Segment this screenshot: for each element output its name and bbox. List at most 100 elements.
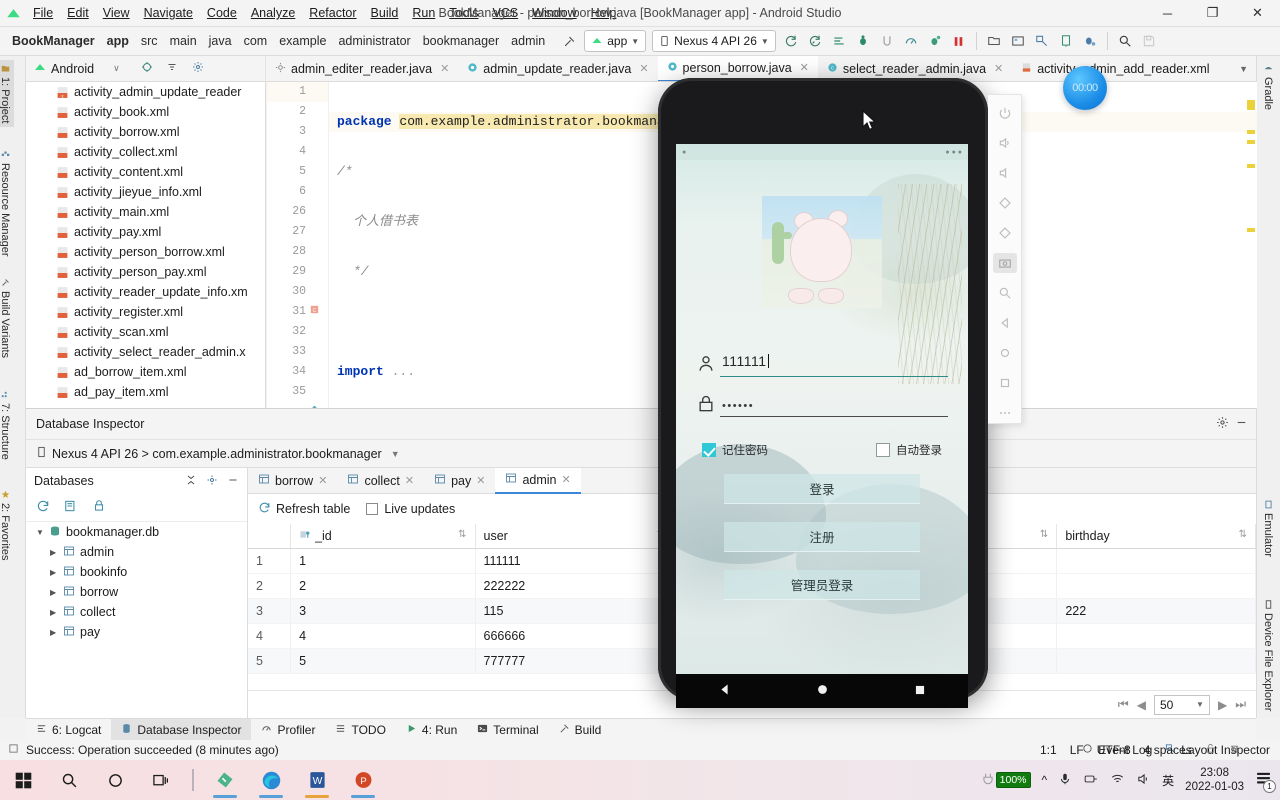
bottom-tab-terminal[interactable]: Terminal bbox=[467, 719, 548, 741]
tree-item[interactable]: activity_register.xml bbox=[26, 302, 265, 322]
close-tab-icon[interactable]: ✕ bbox=[318, 474, 327, 487]
sidebar-item-resource-manager[interactable]: Resource Manager bbox=[0, 146, 14, 261]
breadcrumb-admin[interactable]: admin bbox=[505, 34, 551, 48]
everything-icon[interactable] bbox=[202, 760, 248, 800]
wifi-icon[interactable] bbox=[1110, 772, 1125, 789]
chevron-right-icon[interactable]: ▶ bbox=[50, 568, 58, 577]
menu-item-vcs[interactable]: VCS bbox=[485, 0, 525, 26]
cell-birthday[interactable] bbox=[1056, 573, 1256, 599]
menu-item-help[interactable]: Help bbox=[584, 0, 624, 26]
sidebar-item-gradle[interactable]: Gradle bbox=[1259, 60, 1277, 114]
profiler-icon[interactable] bbox=[900, 30, 922, 52]
breadcrumb-src[interactable]: src bbox=[135, 34, 164, 48]
chevron-right-icon[interactable]: ▶ bbox=[50, 608, 58, 617]
screenshot-icon[interactable] bbox=[992, 253, 1017, 273]
close-tab-icon[interactable]: ✕ bbox=[562, 473, 571, 486]
breadcrumb-administrator[interactable]: administrator bbox=[332, 34, 416, 48]
cell-birthday[interactable] bbox=[1056, 548, 1256, 574]
tree-item[interactable]: activity_person_pay.xml bbox=[26, 262, 265, 282]
ime-language-label[interactable]: 英 bbox=[1162, 772, 1174, 789]
home-icon[interactable] bbox=[815, 682, 830, 700]
save-icon[interactable] bbox=[1138, 30, 1160, 52]
new-query-icon[interactable] bbox=[64, 499, 78, 516]
column-header-id[interactable]: _id ⇅ bbox=[290, 524, 476, 549]
menu-item-run[interactable]: Run bbox=[405, 0, 442, 26]
cell-id[interactable]: 3 bbox=[290, 598, 476, 624]
back-icon[interactable] bbox=[993, 314, 1017, 333]
breadcrumb-java[interactable]: java bbox=[203, 34, 238, 48]
attach-debugger-icon[interactable] bbox=[876, 30, 898, 52]
settings-gear-icon[interactable] bbox=[192, 61, 204, 76]
settings-gear-icon[interactable] bbox=[1216, 416, 1229, 432]
project-view-label[interactable]: Android bbox=[51, 62, 94, 76]
home-icon[interactable] bbox=[993, 344, 1017, 363]
breadcrumb-bookmanager[interactable]: BookManager bbox=[6, 34, 101, 48]
line-separator[interactable]: LF bbox=[1070, 743, 1084, 757]
close-tab-icon[interactable]: ✕ bbox=[476, 474, 485, 487]
show-hidden-icons-chevron[interactable]: ^ bbox=[1042, 773, 1048, 787]
menu-item-build[interactable]: Build bbox=[364, 0, 406, 26]
debug-with-coverage-icon[interactable] bbox=[924, 30, 946, 52]
emulator-screen[interactable]: ● ● ● ● 111111 •••••• 记住密码 自动登录 登录 注册 管理… bbox=[676, 144, 968, 674]
build-hammer-icon[interactable] bbox=[558, 30, 580, 52]
settings-gear-icon[interactable] bbox=[206, 474, 218, 489]
database-device-selector[interactable]: Nexus 4 API 26 > com.example.administrat… bbox=[26, 439, 1256, 467]
word-icon[interactable]: W bbox=[294, 760, 340, 800]
menu-item-tools[interactable]: Tools bbox=[442, 0, 485, 26]
taskbar-clock[interactable]: 23:08 2022-01-03 bbox=[1185, 766, 1244, 794]
cell-id[interactable]: 1 bbox=[290, 548, 476, 574]
bottom-tab-run[interactable]: 4: Run bbox=[396, 719, 467, 741]
sidebar-item-build-variants[interactable]: Build Variants bbox=[0, 274, 14, 362]
tree-item[interactable]: activity_main.xml bbox=[26, 202, 265, 222]
indent-setting[interactable]: 4 spaces bbox=[1144, 743, 1192, 757]
bottom-tab-profiler[interactable]: Profiler bbox=[251, 719, 325, 741]
sidebar-item-favorites[interactable]: 2: Favorites bbox=[0, 486, 14, 564]
minimize-button[interactable]: ─ bbox=[1145, 0, 1190, 26]
db-tree-node-admin[interactable]: ▶ admin bbox=[26, 542, 247, 562]
db-tree-node-bookmanager[interactable]: ▼ bookmanager.db bbox=[26, 522, 247, 542]
cell-id[interactable]: 2 bbox=[290, 573, 476, 599]
cell-user[interactable]: 666666 bbox=[475, 623, 675, 649]
db-tree-node-pay[interactable]: ▶ pay bbox=[26, 622, 247, 642]
cell-user[interactable]: 111111 bbox=[475, 548, 675, 574]
rotate-right-icon[interactable] bbox=[993, 223, 1017, 242]
menu-item-file[interactable]: File bbox=[26, 0, 60, 26]
tab-admin-update-reader[interactable]: admin_update_reader.java ✕ bbox=[458, 56, 657, 81]
close-tab-icon[interactable]: ✕ bbox=[994, 62, 1003, 75]
sidebar-item-structure[interactable]: 7: Structure bbox=[0, 386, 14, 464]
tree-item[interactable]: activity_collect.xml bbox=[26, 142, 265, 162]
cell-birthday[interactable] bbox=[1056, 623, 1256, 649]
cell-id[interactable]: 5 bbox=[290, 648, 476, 674]
device-selector[interactable]: Nexus 4 API 26 ▼ bbox=[652, 30, 776, 52]
refresh-icon[interactable] bbox=[36, 499, 50, 516]
sdk-manager-icon[interactable] bbox=[983, 30, 1005, 52]
tree-item[interactable]: activity_scan.xml bbox=[26, 322, 265, 342]
bottom-tab-todo[interactable]: TODO bbox=[325, 719, 395, 741]
next-page-button[interactable]: ▶ bbox=[1218, 698, 1227, 712]
cell-user[interactable]: 222222 bbox=[475, 573, 675, 599]
column-header-user[interactable]: user⇅ bbox=[475, 524, 675, 549]
chevron-right-icon[interactable]: ▶ bbox=[50, 548, 58, 557]
recents-icon[interactable] bbox=[913, 683, 927, 700]
debug-icon[interactable] bbox=[852, 30, 874, 52]
sidebar-item-project[interactable]: 1: Project bbox=[0, 60, 14, 128]
breadcrumb-main[interactable]: main bbox=[164, 34, 203, 48]
tab-activity-admin-add-reader[interactable]: activity_admin_add_reader.xml bbox=[1012, 56, 1218, 81]
task-view-icon[interactable] bbox=[138, 760, 184, 800]
edge-icon[interactable] bbox=[248, 760, 294, 800]
table-tab-admin[interactable]: admin ✕ bbox=[495, 468, 581, 494]
menu-item-navigate[interactable]: Navigate bbox=[137, 0, 200, 26]
microphone-icon[interactable] bbox=[1058, 772, 1072, 789]
tree-item[interactable]: ad_borrow_item.xml bbox=[26, 362, 265, 382]
tree-item[interactable]: activity_book.xml bbox=[26, 102, 265, 122]
more-icon[interactable] bbox=[993, 404, 1017, 423]
tree-item[interactable]: activity_reader_update_info.xm bbox=[26, 282, 265, 302]
hide-panel-icon[interactable] bbox=[227, 474, 239, 489]
search-icon[interactable] bbox=[46, 760, 92, 800]
expand-collapse-icon[interactable] bbox=[185, 474, 197, 489]
tree-item[interactable]: activity_jieyue_info.xml bbox=[26, 182, 265, 202]
apply-changes-icon[interactable] bbox=[780, 30, 802, 52]
battery-indicator[interactable]: 100% bbox=[981, 772, 1031, 789]
file-encoding[interactable]: UTF-8 bbox=[1097, 743, 1131, 757]
run-configuration-selector[interactable]: app ▼ bbox=[584, 30, 647, 52]
